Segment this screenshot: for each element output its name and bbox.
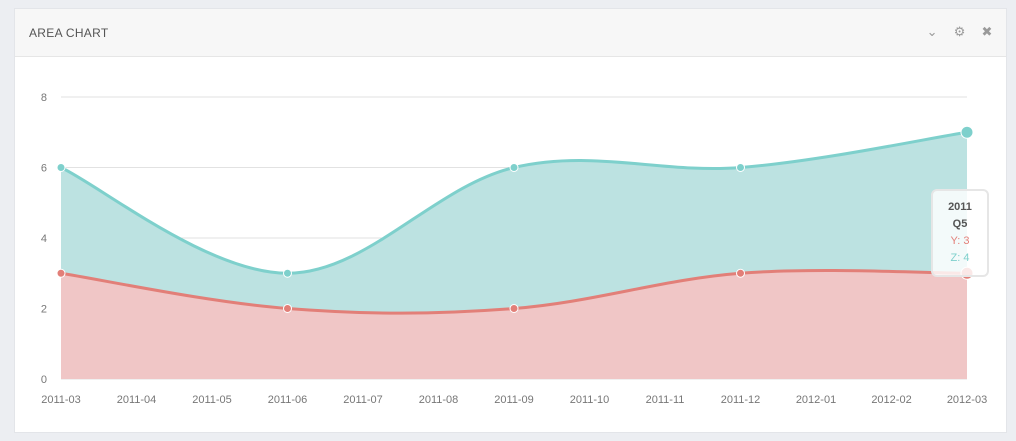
series-z-point-0 [56,163,66,172]
y-tick-label-6: 6 [41,163,47,175]
series-y-point-1 [283,304,292,313]
tooltip-y-value: Y: 3 [950,235,970,247]
hover-tooltip: 2011 Q5 Y: 3 Z: 4 [931,189,989,277]
y-tick-label-8: 8 [41,92,47,104]
series-y-point-0 [56,268,66,278]
y-tick-label-4: 4 [41,233,47,245]
x-tick-label-2011-07: 2011-07 [343,394,383,406]
x-tick-label-2012-02: 2012-02 [871,394,911,406]
x-tick-label-2011-12: 2011-12 [721,394,761,406]
x-tick-label-2012-01: 2012-01 [796,394,836,406]
y-tick-label-0: 0 [41,374,47,386]
series-z-point-3 [736,163,745,172]
series-y-point-3 [736,268,745,278]
tooltip-header-year: 2011 [948,201,972,213]
tooltip-header-quarter: Q5 [952,218,968,230]
tooltip-z-value: Z: 4 [950,252,970,264]
area-chart: 0 2 4 6 8 2011-03 2011-04 2011-05 2011-06 2011-07… [41,92,987,406]
x-tick-label-2011-06: 2011-06 [268,394,308,406]
x-tick-label-2011-11: 2011-11 [646,394,685,406]
x-tick-label-2012-03: 2012-03 [947,394,987,406]
x-tick-label-2011-08: 2011-08 [419,394,459,406]
x-tick-label-2011-05: 2011-05 [192,394,232,406]
series-z-point-2 [509,163,519,172]
series-z-point-1 [283,268,292,278]
x-tick-label-2011-09: 2011-09 [494,394,534,406]
series-y-point-2 [509,304,519,313]
x-tick-label-2011-03: 2011-03 [41,394,81,406]
x-tick-label-2011-04: 2011-04 [117,394,157,406]
series-z-point-4 [960,125,974,139]
y-tick-label-2: 2 [41,304,47,316]
x-tick-label-2011-10: 2011-10 [570,394,610,406]
